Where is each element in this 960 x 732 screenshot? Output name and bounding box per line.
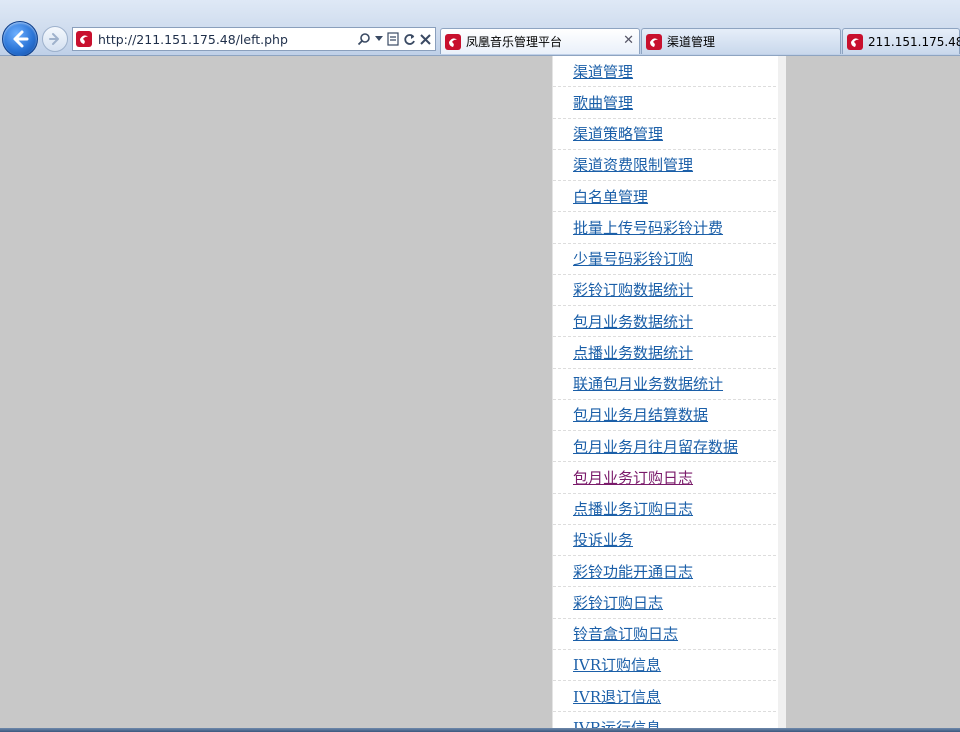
menu-item: 渠道资费限制管理 <box>553 150 786 181</box>
menu-link[interactable]: 彩铃功能开通日志 <box>573 561 693 582</box>
menu-item: IVR订购信息 <box>553 650 786 681</box>
menu-item: 少量号码彩铃订购 <box>553 244 786 275</box>
menu-link[interactable]: 彩铃订购数据统计 <box>573 279 693 300</box>
menu-item: 白名单管理 <box>553 181 786 213</box>
menu-link[interactable]: 包月业务月往月留存数据 <box>573 436 738 457</box>
menu-item: IVR退订信息 <box>553 681 786 713</box>
tab-ip-address[interactable]: 211.151.175.48 <box>842 28 960 54</box>
menu-item: 投诉业务 <box>553 525 786 556</box>
menu-item: 彩铃订购日志 <box>553 587 786 619</box>
menu-item: 歌曲管理 <box>553 87 786 119</box>
forward-button[interactable] <box>42 26 68 52</box>
menu-item: 彩铃功能开通日志 <box>553 556 786 588</box>
menu-item: 批量上传号码彩铃计费 <box>553 212 786 244</box>
site-favicon-icon <box>76 31 92 47</box>
menu-link[interactable]: IVR退订信息 <box>573 686 661 707</box>
menu-link[interactable]: 联通包月业务数据统计 <box>573 373 723 394</box>
menu-link[interactable]: 包月业务订购日志 <box>573 467 693 488</box>
menu-link[interactable]: 包月业务数据统计 <box>573 311 693 332</box>
site-favicon-icon <box>847 33 863 50</box>
menu-item: 包月业务月往月留存数据 <box>553 431 786 463</box>
tab-title: 211.151.175.48 <box>868 34 960 49</box>
tab-fenghuang-music[interactable]: 凤凰音乐管理平台 ✕ <box>440 28 640 54</box>
menu-link[interactable]: 渠道策略管理 <box>573 123 663 144</box>
menu-item: IVR运行信息 <box>553 712 786 728</box>
tab-title: 渠道管理 <box>667 35 716 49</box>
menu-link[interactable]: IVR运行信息 <box>573 717 661 728</box>
menu-item: 点播业务数据统计 <box>553 337 786 369</box>
forward-arrow-icon <box>49 33 59 45</box>
url-text[interactable]: http://211.151.175.48/left.php <box>98 32 357 47</box>
menu-item: 包月业务月结算数据 <box>553 400 786 431</box>
menu-item: 铃音盒订购日志 <box>553 619 786 650</box>
taskbar <box>0 728 960 732</box>
refresh-icon[interactable] <box>403 33 416 46</box>
search-icon[interactable] <box>357 32 371 46</box>
page-viewport: 渠道管理歌曲管理渠道策略管理渠道资费限制管理 白名单管理批量上传号码彩铃计费 少量号… <box>0 56 960 728</box>
menu-list: 渠道管理歌曲管理渠道策略管理渠道资费限制管理 白名单管理批量上传号码彩铃计费 少量号… <box>553 56 786 728</box>
tab-title: 凤凰音乐管理平台 <box>466 35 563 49</box>
menu-link[interactable]: 彩铃订购日志 <box>573 592 663 613</box>
menu-item: 联通包月业务数据统计 <box>553 369 786 400</box>
left-menu-panel: 渠道管理歌曲管理渠道策略管理渠道资费限制管理 白名单管理批量上传号码彩铃计费 少量号… <box>552 56 786 728</box>
menu-item: 包月业务数据统计 <box>553 306 786 338</box>
menu-item: 渠道策略管理 <box>553 119 786 150</box>
menu-item: 彩铃订购数据统计 <box>553 275 786 306</box>
menu-link[interactable]: 点播业务数据统计 <box>573 342 693 363</box>
dropdown-icon[interactable] <box>375 36 383 42</box>
menu-link[interactable]: 批量上传号码彩铃计费 <box>573 217 723 238</box>
stop-icon[interactable] <box>420 33 431 45</box>
close-tab-icon[interactable]: ✕ <box>623 33 634 48</box>
menu-link[interactable]: 点播业务订购日志 <box>573 498 693 519</box>
menu-link[interactable]: 投诉业务 <box>573 529 633 550</box>
back-button[interactable] <box>2 21 38 57</box>
menu-link[interactable]: 渠道管理 <box>573 61 633 82</box>
address-bar[interactable]: http://211.151.175.48/left.php <box>72 27 436 51</box>
menu-link[interactable]: 渠道资费限制管理 <box>573 154 693 175</box>
menu-link[interactable]: 白名单管理 <box>573 186 648 207</box>
menu-link[interactable]: 铃音盒订购日志 <box>573 623 678 644</box>
site-favicon-icon <box>646 33 662 50</box>
browser-toolbar: http://211.151.175.48/left.php 凤凰音乐管理平台 … <box>0 0 960 57</box>
menu-item: 点播业务订购日志 <box>553 494 786 525</box>
tab-channel-management[interactable]: 渠道管理 <box>641 28 841 54</box>
menu-link[interactable]: 少量号码彩铃订购 <box>573 248 693 269</box>
menu-link[interactable]: IVR订购信息 <box>573 654 661 675</box>
compatibility-icon[interactable] <box>387 32 399 46</box>
menu-link[interactable]: 歌曲管理 <box>573 92 633 113</box>
menu-item: 渠道管理 <box>553 56 786 88</box>
site-favicon-icon <box>445 33 461 50</box>
menu-link[interactable]: 包月业务月结算数据 <box>573 404 708 425</box>
back-arrow-icon <box>13 30 29 48</box>
menu-item: 包月业务订购日志 <box>553 462 786 494</box>
